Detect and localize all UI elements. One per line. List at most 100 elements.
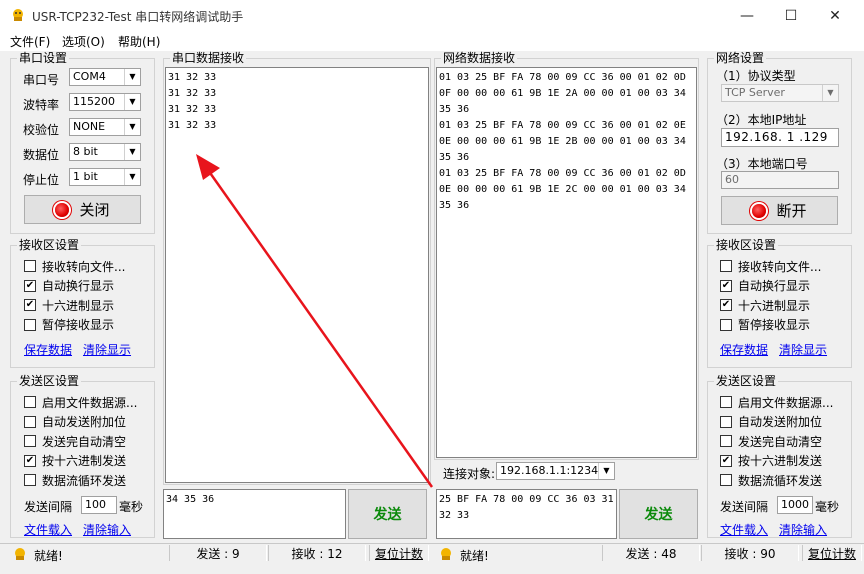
menu-file[interactable]: 文件(F) (10, 33, 50, 50)
left-send-settings-option[interactable]: ✔ 按十六进制发送 (24, 453, 126, 469)
chevron-down-icon: ▼ (124, 69, 140, 85)
chevron-down-icon: ▼ (124, 119, 140, 135)
checkbox-label: 按十六进制发送 (42, 454, 127, 468)
left-reset-count-button[interactable]: 复位计数 (369, 545, 429, 561)
left-interval-label: 发送间隔 (24, 500, 73, 514)
baud-select[interactable]: 115200 ▼ (69, 93, 141, 111)
left-recv-settings-option[interactable]: ✔ 自动换行显示 (24, 278, 114, 294)
serial-send-textarea[interactable]: 34 35 36 (163, 489, 346, 539)
right-send-settings-option[interactable]: 启用文件数据源... (720, 394, 833, 410)
local-port-input[interactable]: 60 (721, 171, 839, 189)
checkbox[interactable] (720, 396, 732, 408)
right-recv-settings-option[interactable]: 暂停接收显示 (720, 317, 810, 333)
close-window-button[interactable]: ✕ (812, 0, 858, 31)
checkbox[interactable]: ✔ (720, 279, 732, 292)
left-save-data-link[interactable]: 保存数据 (24, 341, 72, 358)
stopbits-select[interactable]: 1 bit ▼ (69, 168, 141, 186)
checkbox[interactable] (720, 435, 732, 447)
right-send-settings-option[interactable]: ✔ 按十六进制发送 (720, 453, 822, 469)
left-clear-input-link[interactable]: 清除输入 (83, 521, 131, 538)
right-clear-display-link[interactable]: 清除显示 (779, 341, 827, 358)
left-load-file-link[interactable]: 文件载入 (24, 521, 72, 538)
port-label: 串口号 (23, 73, 60, 87)
left-recv-settings-option[interactable]: 暂停接收显示 (24, 317, 114, 333)
serial-recv-textarea[interactable]: 31 32 33 31 32 33 31 32 33 31 32 33 (165, 67, 429, 483)
right-load-file-link[interactable]: 文件载入 (720, 521, 768, 538)
checkbox-label: 数据流循环发送 (42, 473, 127, 488)
checkbox[interactable] (24, 396, 36, 408)
status-led-icon (55, 202, 70, 217)
left-interval-input[interactable]: 100 (81, 496, 117, 514)
checkbox[interactable]: ✔ (720, 454, 732, 467)
serial-close-button[interactable]: 关闭 (24, 195, 141, 224)
checkbox[interactable] (24, 318, 36, 331)
ip-label: （2）本地IP地址 (716, 113, 807, 127)
left-recv-settings-title: 接收区设置 (17, 238, 82, 252)
checkbox-label: 自动发送附加位 (738, 415, 823, 429)
serial-settings-title: 串口设置 (17, 51, 70, 65)
right-interval-input[interactable]: 1000 (777, 496, 813, 514)
left-interval-unit: 毫秒 (119, 500, 144, 514)
chevron-down-icon: ▼ (124, 94, 140, 110)
right-send-settings-title: 发送区设置 (714, 374, 779, 388)
checkbox[interactable] (24, 415, 36, 428)
left-status-ready: 就绪! (34, 549, 63, 563)
net-open-button[interactable]: 断开 (721, 196, 838, 225)
chevron-down-icon: ▼ (598, 463, 614, 479)
checkbox[interactable] (720, 474, 732, 486)
checkbox[interactable] (24, 435, 36, 447)
left-recv-settings-option[interactable]: 接收转向文件... (24, 258, 125, 274)
left-send-settings-option[interactable]: 发送完自动清空 (24, 433, 126, 449)
status-ready-icon (441, 548, 451, 560)
checkbox-label: 按十六进制发送 (738, 454, 823, 468)
databits-select[interactable]: 8 bit ▼ (69, 143, 141, 161)
right-recv-settings-option[interactable]: ✔ 自动换行显示 (720, 278, 810, 294)
app-icon (13, 9, 23, 21)
protocol-select[interactable]: TCP Server ▼ (721, 84, 839, 102)
menu-options[interactable]: 选项(O) (62, 33, 105, 50)
port-select[interactable]: COM4 ▼ (69, 68, 141, 86)
minimize-button[interactable]: — (724, 0, 770, 31)
net-send-button[interactable]: 发送 (619, 489, 698, 539)
net-settings-title: 网络设置 (714, 51, 767, 65)
right-send-settings-option[interactable]: 自动发送附加位 (720, 414, 822, 430)
checkbox-label: 发送完自动清空 (738, 434, 823, 449)
ip-input[interactable]: 192.168. 1 .129 (721, 128, 839, 147)
parity-select[interactable]: NONE ▼ (69, 118, 141, 136)
checkbox[interactable]: ✔ (24, 279, 36, 292)
checkbox-label: 十六进制显示 (42, 298, 115, 313)
checkbox-label: 启用文件数据源... (738, 395, 834, 410)
net-recv-textarea[interactable]: 01 03 25 BF FA 78 00 09 CC 36 00 01 02 0… (436, 67, 697, 458)
right-clear-input-link[interactable]: 清除输入 (779, 521, 827, 538)
right-reset-count-button[interactable]: 复位计数 (802, 545, 862, 561)
left-recv-settings-option[interactable]: ✔ 十六进制显示 (24, 297, 114, 313)
checkbox-label: 暂停接收显示 (738, 318, 811, 332)
left-clear-display-link[interactable]: 清除显示 (83, 341, 131, 358)
checkbox[interactable]: ✔ (720, 299, 732, 311)
maximize-button[interactable]: ☐ (768, 0, 814, 31)
right-recv-settings-option[interactable]: ✔ 十六进制显示 (720, 297, 810, 313)
right-recv-settings-option[interactable]: 接收转向文件... (720, 258, 821, 274)
checkbox[interactable]: ✔ (24, 454, 36, 467)
left-send-settings-option[interactable]: 数据流循环发送 (24, 472, 126, 488)
net-recv-title: 网络数据接收 (441, 51, 518, 65)
right-recv-settings-title: 接收区设置 (714, 238, 779, 252)
menu-help[interactable]: 帮助(H) (118, 33, 160, 50)
checkbox[interactable] (24, 474, 36, 486)
right-save-data-link[interactable]: 保存数据 (720, 341, 768, 358)
net-send-textarea[interactable]: 25 BF FA 78 00 09 CC 36 03 31 32 33 (436, 489, 617, 539)
checkbox[interactable]: ✔ (24, 299, 36, 311)
checkbox[interactable] (720, 318, 732, 331)
checkbox[interactable] (720, 415, 732, 428)
left-send-settings-option[interactable]: 启用文件数据源... (24, 394, 137, 410)
connect-select[interactable]: 192.168.1.1:1234 ▼ (496, 462, 615, 480)
right-send-settings-option[interactable]: 数据流循环发送 (720, 472, 822, 488)
right-send-settings-option[interactable]: 发送完自动清空 (720, 433, 822, 449)
chevron-down-icon: ▼ (822, 85, 838, 101)
checkbox[interactable] (24, 260, 36, 272)
serial-send-button[interactable]: 发送 (348, 489, 427, 539)
checkbox[interactable] (720, 260, 732, 272)
status-led-icon (752, 203, 767, 218)
left-send-settings-option[interactable]: 自动发送附加位 (24, 414, 126, 430)
local-port-label: （3）本地端口号 (716, 157, 808, 171)
